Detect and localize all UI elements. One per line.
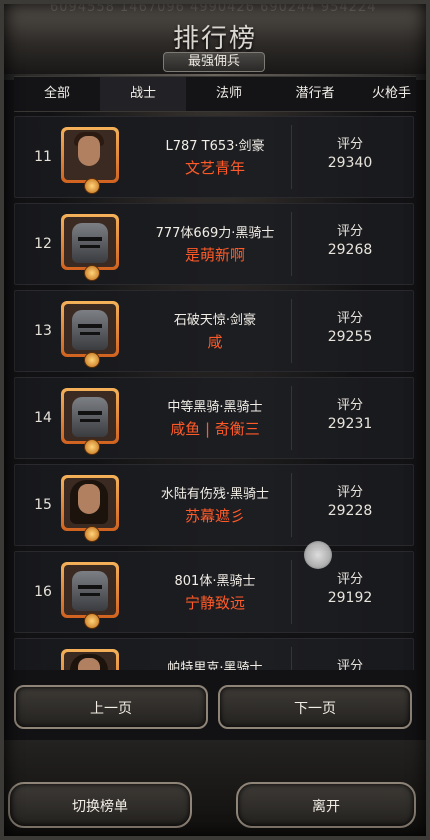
window-border (0, 0, 430, 840)
